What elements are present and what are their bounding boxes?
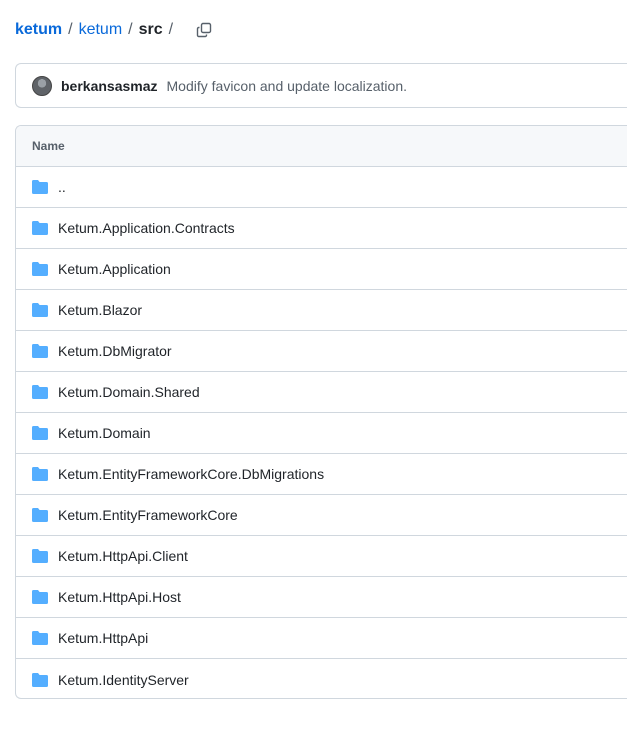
folder-icon (31, 466, 49, 482)
file-row[interactable]: Ketum.HttpApi.Host (16, 577, 627, 618)
folder-icon (31, 220, 49, 236)
file-row[interactable]: Ketum.Domain.Shared (16, 372, 627, 413)
repo-directory-page: ketum / ketum / src / berkansasmaz Modif… (0, 0, 627, 732)
breadcrumb-separator: / (168, 21, 174, 38)
file-row[interactable]: Ketum.Application (16, 249, 627, 290)
file-list: .. Ketum.Application.Contracts Ketum.Appli… (16, 167, 627, 698)
folder-icon (31, 302, 49, 318)
file-row[interactable]: Ketum.Domain (16, 413, 627, 454)
file-name-link[interactable]: Ketum.EntityFrameworkCore.DbMigrations (58, 466, 324, 482)
file-name-link[interactable]: Ketum.Application (58, 261, 171, 277)
latest-commit-bar: berkansasmaz Modify favicon and update l… (15, 63, 627, 108)
breadcrumb-repo-link[interactable]: ketum (79, 21, 123, 39)
folder-icon (31, 589, 49, 605)
folder-icon (31, 261, 49, 277)
folder-icon (31, 425, 49, 441)
file-name-link[interactable]: Ketum.Domain (58, 425, 151, 441)
file-row[interactable]: Ketum.EntityFrameworkCore (16, 495, 627, 536)
table-header: Name (16, 126, 627, 167)
folder-icon (31, 343, 49, 359)
file-name-link[interactable]: Ketum.Domain.Shared (58, 384, 200, 400)
commit-message-link[interactable]: Modify favicon and update localization. (167, 78, 407, 94)
copy-path-button[interactable] (193, 19, 215, 41)
folder-icon (31, 384, 49, 400)
copy-icon (196, 22, 212, 38)
file-row[interactable]: Ketum.IdentityServer (16, 659, 627, 698)
breadcrumb-current-folder: src (138, 21, 163, 38)
file-name-link[interactable]: Ketum.HttpApi.Host (58, 589, 181, 605)
file-name-link[interactable]: Ketum.DbMigrator (58, 343, 172, 359)
commit-author-link[interactable]: berkansasmaz (61, 78, 158, 94)
breadcrumb-separator: / (128, 21, 133, 38)
file-name-link[interactable]: .. (58, 179, 66, 195)
folder-icon (31, 179, 49, 195)
file-row[interactable]: Ketum.Application.Contracts (16, 208, 627, 249)
folder-icon (31, 630, 49, 646)
file-name-link[interactable]: Ketum.Blazor (58, 302, 142, 318)
file-row[interactable]: Ketum.HttpApi (16, 618, 627, 659)
folder-icon (31, 672, 49, 688)
parent-directory-row[interactable]: .. (16, 167, 627, 208)
file-row[interactable]: Ketum.HttpApi.Client (16, 536, 627, 577)
file-row[interactable]: Ketum.Blazor (16, 290, 627, 331)
file-row[interactable]: Ketum.DbMigrator (16, 331, 627, 372)
file-name-link[interactable]: Ketum.IdentityServer (58, 672, 189, 688)
folder-icon (31, 507, 49, 523)
file-name-link[interactable]: Ketum.HttpApi (58, 630, 148, 646)
breadcrumb: ketum / ketum / src / (15, 17, 215, 43)
avatar[interactable] (32, 75, 52, 96)
breadcrumb-owner-link[interactable]: ketum (15, 21, 62, 39)
folder-icon (31, 548, 49, 564)
breadcrumb-separator: / (68, 21, 73, 38)
file-name-link[interactable]: Ketum.EntityFrameworkCore (58, 507, 238, 523)
file-name-link[interactable]: Ketum.HttpApi.Client (58, 548, 188, 564)
column-header-name: Name (32, 139, 65, 153)
file-table: Name .. Ketum.Application.Contracts Ketum.… (15, 125, 627, 699)
file-row[interactable]: Ketum.EntityFrameworkCore.DbMigrations (16, 454, 627, 495)
file-name-link[interactable]: Ketum.Application.Contracts (58, 220, 235, 236)
